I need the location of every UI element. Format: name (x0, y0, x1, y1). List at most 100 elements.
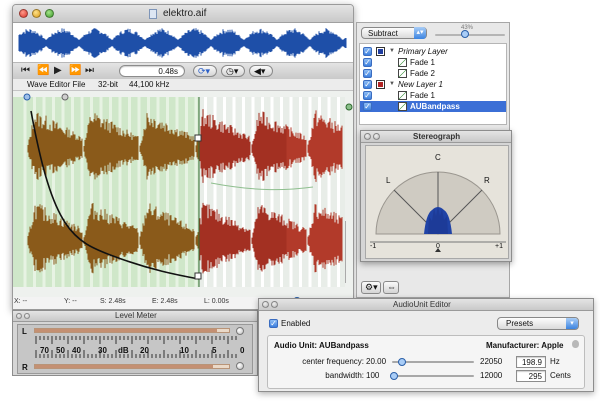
rewind-start-icon[interactable]: ⏮ (21, 65, 30, 76)
layer-visible-checkbox[interactable]: ✓ (363, 58, 372, 67)
param-value-field[interactable]: 198.9 (516, 356, 546, 368)
curve-handle[interactable] (194, 134, 202, 142)
minimize-button[interactable] (373, 133, 380, 140)
speaker-button[interactable]: ◀▾ (249, 65, 273, 77)
marker-handle[interactable] (61, 93, 69, 101)
close-button[interactable] (16, 313, 22, 319)
channel-l-label: L (22, 327, 27, 336)
rewind-icon[interactable]: ⏪ (37, 65, 49, 76)
link-button[interactable]: ⇔ (383, 281, 399, 294)
minimize-button[interactable] (24, 313, 30, 319)
scale-label: 5 (212, 346, 217, 355)
label-l: L (386, 176, 391, 185)
scale-label: 50 (56, 346, 65, 355)
effect-icon (398, 58, 407, 67)
layer-name: New Layer 1 (398, 80, 443, 89)
file-type-label: Wave Editor File (27, 80, 86, 89)
zoom-button[interactable] (45, 9, 54, 18)
stereograph-titlebar[interactable]: Stereograph (361, 131, 511, 143)
label-zero: 0 (436, 243, 440, 250)
close-button[interactable] (262, 301, 269, 308)
transport-bar: ⏮ ⏪ ▶ ⏩ ⏭ 0.48s ⟳▾ ◷▾ ◀▾ (13, 63, 353, 79)
blend-mode-value: Subtract (368, 29, 398, 38)
window-title: elektro.aif (163, 8, 207, 19)
layer-visible-checkbox[interactable]: ✓ (363, 102, 372, 111)
enabled-label: Enabled (281, 319, 311, 328)
disclosure-triangle-icon[interactable]: ▼ (389, 79, 395, 90)
layer-row[interactable]: ✓ ▼ Primary Layer (360, 46, 506, 57)
meter-r-fill (35, 365, 214, 368)
clock-button[interactable]: ◷▾ (221, 65, 245, 77)
layer-row[interactable]: ✓ Fade 1 (360, 90, 506, 101)
param-value-field[interactable]: 295 (516, 370, 546, 382)
label-c: C (435, 153, 441, 162)
stereograph-display: C L R -1 0 +1 (365, 145, 509, 259)
layer-visible-checkbox[interactable]: ✓ (363, 91, 372, 100)
loop-button[interactable]: ⟳▾ (193, 65, 217, 77)
au-parameters-box: Audio Unit: AUBandpass Manufacturer: App… (267, 335, 585, 389)
play-icon[interactable]: ▶ (54, 65, 62, 76)
stereograph-window: Stereograph C L R -1 0 +1 (360, 130, 512, 262)
layer-visible-checkbox[interactable]: ✓ (363, 47, 372, 56)
scale-label: 30 (98, 346, 107, 355)
marker-handle[interactable] (345, 103, 353, 111)
enabled-checkbox[interactable]: ✓ (269, 319, 278, 328)
waveform-editor[interactable] (13, 91, 353, 297)
effect-icon (398, 102, 407, 111)
au-name-label: Audio Unit: AUBandpass (274, 341, 369, 350)
loop-icon: ⟳▾ (198, 66, 211, 76)
layer-row[interactable]: ✓ Fade 2 (360, 68, 506, 79)
layer-color-swatch[interactable] (376, 80, 385, 89)
clip-indicator-r (236, 362, 244, 370)
layer-name: Fade 1 (410, 91, 435, 100)
action-menu-button[interactable]: ⚙▾ (361, 281, 381, 294)
layer-color-swatch[interactable] (376, 47, 385, 56)
stereograph-title: Stereograph (413, 132, 461, 141)
presets-popup[interactable]: Presets ▾ (497, 317, 579, 330)
status-l: L: 0.00s (204, 298, 229, 305)
disclosure-triangle-icon[interactable]: ▼ (389, 46, 395, 57)
close-button[interactable] (364, 133, 371, 140)
au-editor-title: AudioUnit Editor (393, 300, 451, 309)
layer-name: Primary Layer (398, 47, 448, 56)
layer-row[interactable]: ✓ ▼ New Layer 1 (360, 79, 506, 90)
overview-strip[interactable] (13, 23, 353, 63)
meter-l (34, 328, 230, 333)
popup-arrow-icon: ▴▾ (414, 27, 426, 39)
info-line: Wave Editor File 32-bit 44,100 kHz (13, 79, 353, 91)
marker-handle[interactable] (23, 93, 31, 101)
param-slider[interactable] (392, 358, 474, 366)
opacity-knob[interactable] (461, 30, 469, 38)
vertical-zoom-slider[interactable] (345, 221, 351, 283)
presets-label: Presets (506, 319, 534, 328)
time-field[interactable]: 0.48s (119, 65, 185, 77)
param-min: 100 (366, 371, 380, 380)
waveform-canvas (13, 93, 353, 287)
slider-knob[interactable] (390, 372, 399, 380)
minimize-button[interactable] (32, 9, 41, 18)
layer-visible-checkbox[interactable]: ✓ (363, 80, 372, 89)
au-editor-titlebar[interactable]: AudioUnit Editor (259, 299, 593, 311)
curve-handle[interactable] (194, 272, 202, 280)
minimize-button[interactable] (271, 301, 278, 308)
level-meter-titlebar[interactable]: Level Meter (13, 311, 257, 322)
layer-row[interactable]: ✓ AUBandpass (360, 101, 506, 112)
scale-labels: 70 50 40 30 dB 20 10 5 0 (34, 346, 244, 356)
layer-list: ✓ ▼ Primary Layer ✓ Fade 1 ✓ Fade 2 ✓ ▼ New Layer… (359, 43, 507, 125)
manufacturer-label: Manufacturer: Apple (486, 341, 564, 350)
end-icon[interactable]: ⏭ (85, 65, 94, 76)
blend-mode-popup[interactable]: Subtract ▴▾ (361, 27, 427, 39)
label-r: R (484, 176, 490, 185)
wave-titlebar[interactable]: elektro.aif (13, 5, 353, 23)
clock-icon: ◷▾ (226, 66, 239, 76)
clip-indicator-l (236, 327, 244, 335)
fast-forward-icon[interactable]: ⏩ (69, 65, 81, 76)
close-button[interactable] (19, 9, 28, 18)
scale-label: 40 (72, 346, 81, 355)
param-slider[interactable] (390, 372, 474, 380)
slider-knob[interactable] (397, 358, 406, 366)
opacity-slider[interactable] (435, 30, 505, 38)
layer-visible-checkbox[interactable]: ✓ (363, 69, 372, 78)
au-param-row: center frequency: 20.00 22050 198.9 Hz (268, 356, 584, 368)
layer-row[interactable]: ✓ Fade 1 (360, 57, 506, 68)
